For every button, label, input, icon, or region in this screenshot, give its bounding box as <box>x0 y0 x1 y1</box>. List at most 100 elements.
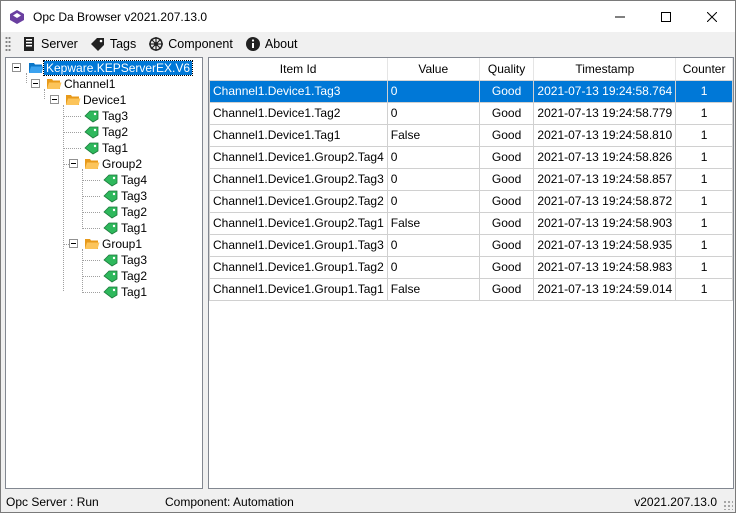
cell-timestamp: 2021-07-13 19:24:58.779 <box>533 101 677 125</box>
folder-open-icon <box>47 79 62 89</box>
collapse-toggle[interactable] <box>69 159 78 168</box>
tree-line <box>82 260 100 261</box>
column-header-value[interactable]: Value <box>387 58 480 81</box>
cell-timestamp: 2021-07-13 19:24:58.764 <box>533 79 677 103</box>
tree-node-tag[interactable]: Tag3 <box>84 108 130 124</box>
resize-grip[interactable] <box>723 500 733 510</box>
tag-icon <box>90 38 104 51</box>
menu-server-label: Server <box>41 37 78 51</box>
menu-bar: Server Tags Component About <box>1 32 735 56</box>
title-bar: Opc Da Browser v2021.207.13.0 <box>1 1 735 32</box>
tree-node-label: Tag3 <box>121 189 148 203</box>
menu-tags-label: Tags <box>109 37 137 51</box>
collapse-toggle[interactable] <box>12 63 21 72</box>
toolbar-grip[interactable] <box>5 36 11 52</box>
collapse-toggle[interactable] <box>31 79 40 88</box>
folder-open-icon <box>29 63 44 73</box>
menu-about[interactable]: About <box>239 33 304 55</box>
cell-item-id: Channel1.Device1.Group2.Tag1 <box>209 211 388 235</box>
tree-line <box>63 132 81 133</box>
tree-node-label: Tag2 <box>102 125 129 139</box>
tree-node-tag[interactable]: Tag3 <box>103 252 149 268</box>
tree-node-tag[interactable]: Tag4 <box>103 172 149 188</box>
tree-node-label: Device1 <box>83 93 127 107</box>
cell-timestamp: 2021-07-13 19:24:58.903 <box>533 211 677 235</box>
tree-line <box>82 180 100 181</box>
table-row[interactable]: Channel1.Device1.Group2.Tag4 0 Good 2021… <box>209 145 733 169</box>
collapse-toggle[interactable] <box>50 95 59 104</box>
table-row[interactable]: Channel1.Device1.Group2.Tag1 False Good … <box>209 211 733 235</box>
menu-server[interactable]: Server <box>15 33 84 55</box>
tag-icon <box>84 142 99 155</box>
tree-node-label: Kepware.KEPServerEX.V6 <box>42 60 194 76</box>
column-header-quality[interactable]: Quality <box>479 58 535 81</box>
cell-counter: 1 <box>675 233 733 257</box>
table-row[interactable]: Channel1.Device1.Group2.Tag3 0 Good 2021… <box>209 167 733 191</box>
cell-value: 0 <box>386 101 480 125</box>
tree-node-tag[interactable]: Tag1 <box>103 284 149 300</box>
cell-counter: 1 <box>675 167 733 191</box>
data-grid[interactable]: Item Id Value Quality Timestamp Counter … <box>208 57 734 489</box>
tree-line <box>82 249 83 291</box>
menu-about-label: About <box>264 37 298 51</box>
tree-node-device[interactable]: Device1 <box>65 92 128 108</box>
table-row[interactable]: Channel1.Device1.Tag3 0 Good 2021-07-13 … <box>209 79 733 103</box>
tree-node-server[interactable]: Kepware.KEPServerEX.V6 <box>28 60 194 76</box>
cell-quality: Good <box>478 101 535 125</box>
table-row[interactable]: Channel1.Device1.Group1.Tag1 False Good … <box>209 277 733 301</box>
tree-node-tag[interactable]: Tag2 <box>84 124 130 140</box>
column-header-item-id[interactable]: Item Id <box>209 58 388 81</box>
tree-node-label: Channel1 <box>64 77 116 91</box>
table-row[interactable]: Channel1.Device1.Tag2 0 Good 2021-07-13 … <box>209 101 733 125</box>
table-row[interactable]: Channel1.Device1.Tag1 False Good 2021-07… <box>209 123 733 147</box>
tree-line <box>82 276 100 277</box>
folder-open-icon <box>85 239 100 249</box>
maximize-button[interactable] <box>643 1 689 32</box>
cell-value: False <box>386 123 480 147</box>
table-row[interactable]: Channel1.Device1.Group2.Tag2 0 Good 2021… <box>209 189 733 213</box>
minimize-button[interactable] <box>597 1 643 32</box>
tree-node-tag[interactable]: Tag3 <box>103 188 149 204</box>
tree-view[interactable]: Kepware.KEPServerEX.V6 Channel1 Device1 … <box>5 57 203 489</box>
window-title: Opc Da Browser v2021.207.13.0 <box>33 9 208 24</box>
cell-item-id: Channel1.Device1.Group2.Tag2 <box>209 189 388 213</box>
cell-item-id: Channel1.Device1.Group1.Tag3 <box>209 233 388 257</box>
tree-node-tag[interactable]: Tag1 <box>103 220 149 236</box>
tree-line <box>82 212 100 213</box>
tree-node-tag[interactable]: Tag1 <box>84 140 130 156</box>
cell-counter: 1 <box>675 123 733 147</box>
cell-quality: Good <box>478 79 535 103</box>
close-button[interactable] <box>689 1 735 32</box>
tree-node-label: Group1 <box>102 237 143 251</box>
tree-line <box>63 116 81 117</box>
cell-value: 0 <box>386 79 480 103</box>
tree-node-tag[interactable]: Tag2 <box>103 268 149 284</box>
tag-icon <box>103 286 118 299</box>
cell-quality: Good <box>478 233 535 257</box>
tree-node-group1[interactable]: Group1 <box>84 236 144 252</box>
menu-component[interactable]: Component <box>142 33 239 55</box>
cell-item-id: Channel1.Device1.Group1.Tag2 <box>209 255 388 279</box>
tree-node-group2[interactable]: Group2 <box>84 156 144 172</box>
tree-line <box>82 196 100 197</box>
table-row[interactable]: Channel1.Device1.Group1.Tag2 0 Good 2021… <box>209 255 733 279</box>
menu-component-label: Component <box>168 37 233 51</box>
cell-timestamp: 2021-07-13 19:24:58.983 <box>533 255 677 279</box>
tree-node-channel[interactable]: Channel1 <box>46 76 117 92</box>
table-row[interactable]: Channel1.Device1.Group1.Tag3 0 Good 2021… <box>209 233 733 257</box>
column-header-counter[interactable]: Counter <box>675 58 733 81</box>
tag-icon <box>84 126 99 139</box>
cell-item-id: Channel1.Device1.Group1.Tag1 <box>209 277 388 301</box>
cell-value: 0 <box>386 189 480 213</box>
menu-tags[interactable]: Tags <box>84 33 142 55</box>
collapse-toggle[interactable] <box>69 239 78 248</box>
tree-node-tag[interactable]: Tag2 <box>103 204 149 220</box>
cell-value: False <box>386 277 480 301</box>
cell-quality: Good <box>478 167 535 191</box>
tag-icon <box>103 254 118 267</box>
column-header-timestamp[interactable]: Timestamp <box>533 58 677 81</box>
cell-item-id: Channel1.Device1.Group2.Tag4 <box>209 145 388 169</box>
cell-value: 0 <box>386 255 480 279</box>
info-icon <box>245 37 260 51</box>
status-component: Component: Automation <box>165 494 294 509</box>
